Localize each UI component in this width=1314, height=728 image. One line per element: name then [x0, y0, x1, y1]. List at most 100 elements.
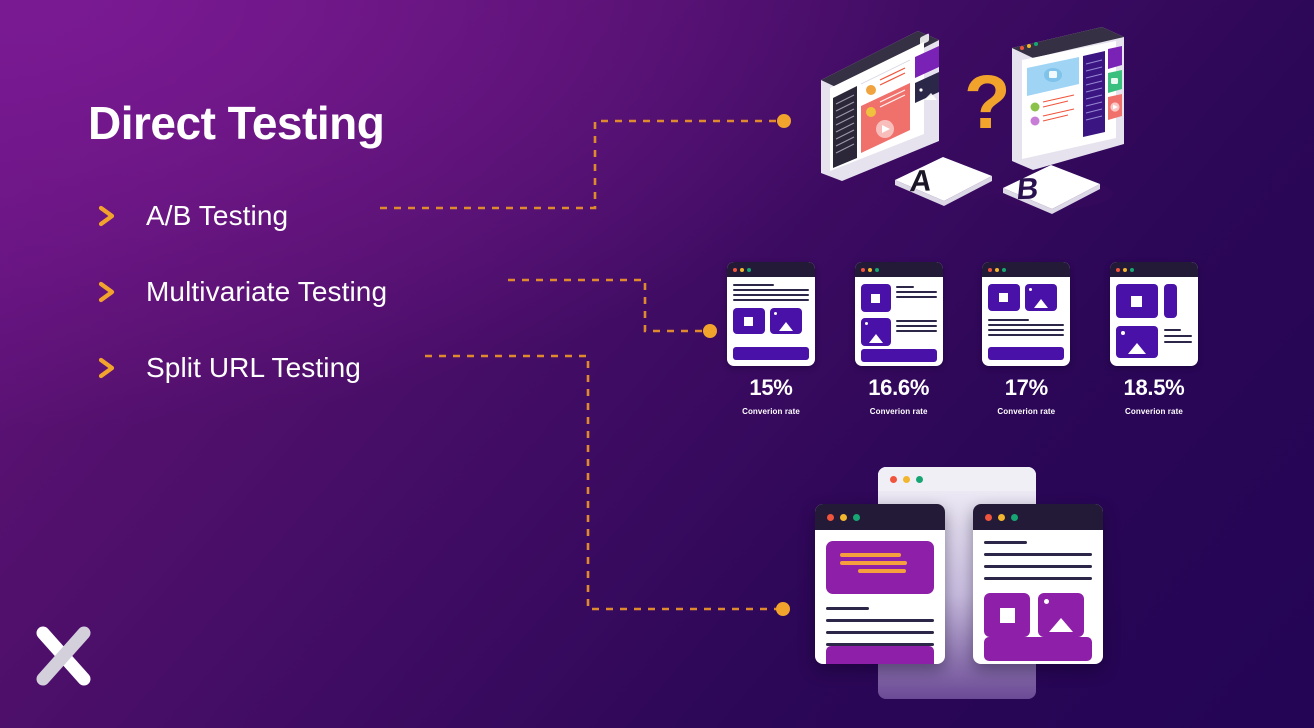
maximize-dot-icon	[747, 267, 751, 272]
text-block	[895, 318, 937, 346]
text-line	[895, 320, 937, 322]
text-block	[895, 284, 937, 312]
variant-card-2[interactable]: 16.6% Converion rate	[853, 262, 945, 420]
text-line	[984, 553, 1092, 556]
text-block	[1163, 326, 1192, 358]
close-dot-icon	[860, 267, 865, 272]
headline-bar	[840, 561, 908, 565]
minimize-dot-icon	[998, 513, 1005, 521]
tile-letter: A	[908, 164, 933, 198]
cta-button-placeholder	[984, 637, 1092, 661]
list-item-split-url-testing[interactable]: Split URL Testing	[92, 330, 612, 406]
split-url-illustration	[805, 460, 1125, 715]
cta-button-placeholder	[826, 646, 934, 664]
minimize-dot-icon	[1122, 267, 1127, 272]
variant-mock-browser	[854, 262, 943, 366]
text-line	[895, 330, 937, 332]
split-page-a[interactable]	[815, 504, 945, 664]
screen-b	[1012, 27, 1124, 170]
maximize-dot-icon	[916, 475, 923, 483]
close-dot-icon	[827, 513, 834, 521]
text-line	[988, 319, 1030, 321]
maximize-dot-icon	[1129, 267, 1134, 272]
text-block	[984, 541, 1092, 580]
variant-card-3[interactable]: 17% Converion rate	[980, 262, 1072, 420]
screen-a	[821, 31, 939, 181]
maximize-dot-icon	[1011, 513, 1018, 521]
variant-percent: 15%	[749, 375, 793, 400]
text-line	[895, 296, 937, 298]
cta-button-placeholder	[860, 349, 937, 362]
minimize-dot-icon	[840, 513, 847, 521]
text-line	[895, 325, 937, 327]
list-item-ab-testing[interactable]: A/B Testing	[92, 178, 612, 254]
tile-letter: B	[1015, 173, 1040, 207]
image-placeholder	[860, 284, 891, 312]
browser-title-bar	[1109, 262, 1198, 277]
image-placeholder	[984, 593, 1030, 637]
image-placeholder	[988, 284, 1021, 311]
page-b-content	[973, 530, 1103, 664]
cta-button-placeholder	[988, 347, 1065, 360]
list-item-label: A/B Testing	[146, 200, 289, 231]
chevron-right-icon	[98, 205, 115, 227]
text-line	[988, 324, 1065, 326]
browser-title-bar	[815, 504, 945, 530]
text-line	[895, 286, 915, 288]
list-item-label: Split URL Testing	[146, 352, 361, 383]
minimize-dot-icon	[867, 267, 872, 272]
text-line	[984, 541, 1028, 544]
chevron-right-icon	[98, 281, 115, 303]
question-mark-glyph: ?	[964, 60, 1010, 145]
variant-percent: 18.5%	[1123, 375, 1185, 400]
text-line	[826, 619, 934, 622]
variant-caption: Converion rate	[869, 407, 928, 416]
text-line	[826, 631, 934, 634]
list-item-label: Multivariate Testing	[146, 276, 388, 307]
text-line	[826, 607, 870, 610]
variant-card-4[interactable]: 18.5% Converion rate	[1108, 262, 1200, 420]
close-dot-icon	[988, 267, 993, 272]
variant-layout-4	[1110, 277, 1198, 366]
text-line	[733, 299, 809, 301]
text-line	[895, 291, 937, 293]
variant-caption: Converion rate	[1125, 407, 1183, 416]
variant-mock-browser	[982, 262, 1071, 366]
list-item-multivariate-testing[interactable]: Multivariate Testing	[92, 254, 612, 330]
headline-bar	[840, 553, 901, 557]
image-row	[733, 308, 809, 334]
variant-layout-1	[727, 277, 815, 366]
image-placeholder	[1038, 593, 1084, 637]
image-row	[1115, 284, 1192, 318]
variant-layout-2	[855, 277, 943, 366]
page-title: Direct Testing	[88, 97, 385, 149]
text-line	[984, 577, 1092, 580]
variant-mock-browser	[1109, 262, 1198, 366]
browser-title-bar	[854, 262, 943, 277]
image-placeholder	[770, 308, 802, 334]
tile-b: B	[1003, 165, 1100, 214]
text-line	[733, 289, 809, 291]
testing-type-list: A/B Testing Multivariate Testing Split U…	[92, 178, 612, 406]
variant-caption: Converion rate	[997, 407, 1056, 416]
image-text-row	[860, 284, 937, 312]
close-dot-icon	[985, 513, 992, 521]
image-placeholder	[860, 318, 891, 346]
variant-card-1[interactable]: 15% Converion rate	[725, 262, 817, 420]
variant-mock-browser	[727, 262, 815, 366]
text-line	[1163, 341, 1192, 343]
x-logo[interactable]: X	[34, 623, 96, 691]
ab-test-illustration: ? A B	[800, 18, 1150, 218]
text-line	[1163, 329, 1181, 331]
image-row	[984, 593, 1092, 637]
split-page-b[interactable]	[973, 504, 1103, 664]
text-line	[984, 565, 1092, 568]
variant-percent: 16.6%	[868, 375, 930, 400]
minimize-dot-icon	[995, 267, 1000, 272]
close-dot-icon	[1115, 267, 1120, 272]
multivariate-variants-illustration: 15% Converion rate 16.6% Converion rate …	[725, 262, 1200, 420]
sidebar-placeholder	[1163, 284, 1177, 318]
browser-title-bar	[878, 467, 1036, 491]
image-text-row	[1115, 326, 1192, 358]
connector-endpoint-dot	[777, 114, 791, 128]
